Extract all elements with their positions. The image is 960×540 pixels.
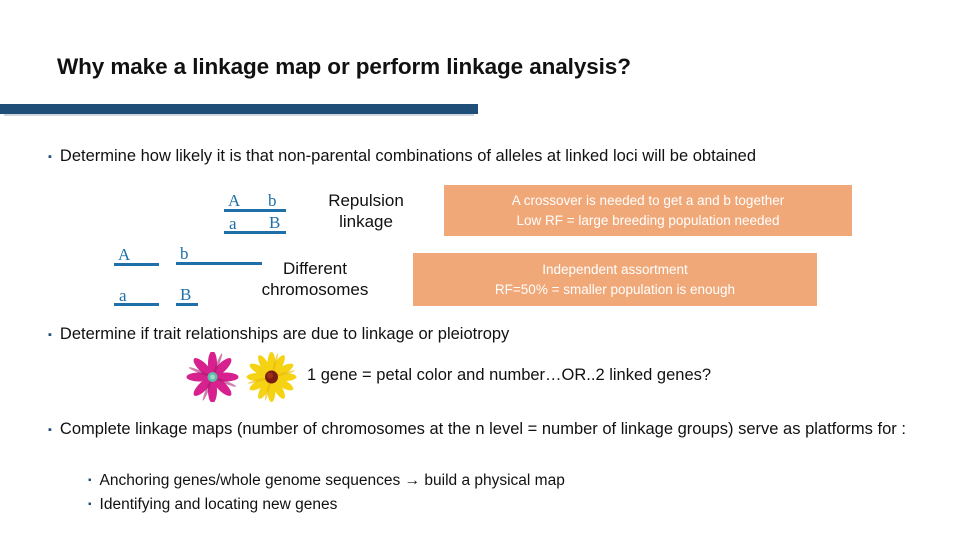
title-accent-bar [0,104,478,114]
callout-independent-assortment: Independent assortment RF=50% = smaller … [413,253,817,306]
different-chromosomes-label-line2: chromosomes [261,280,369,300]
allele-diffchrom-bottom-B: B [180,285,192,304]
bullet-item-complete-linkage-maps: ▪ Complete linkage maps (number of chrom… [48,418,928,441]
callout-line1: A crossover is needed to get a and b tog… [511,192,785,208]
bullet-item-label: Determine if trait relationships are due… [59,325,510,343]
repulsion-linkage-label-line2: linkage [339,212,393,232]
bullet-item-label: Anchoring genes/whole genome sequences →… [99,472,565,489]
chromosome-line-repulsion-top [224,209,286,212]
allele-diffchrom-top-b: b [180,244,189,263]
different-chromosomes-label-line1: Different [283,259,347,278]
square-bullet-icon: ▪ [48,424,52,436]
gene-question-caption: 1 gene = petal color and number…OR..2 li… [307,366,712,384]
allele-diffchrom-top-A: A [118,245,131,264]
chromosome-line-diffchrom-bottom-left [114,303,159,306]
square-bullet-icon: ▪ [48,329,52,341]
bullet-item-label: Determine how likely it is that non-pare… [59,147,757,165]
allele-repulsion-bottom-a: a [229,214,237,233]
bullet-item-trait-relationships: ▪ Determine if trait relationships are d… [48,323,748,346]
callout-line2: RF=50% = smaller population is enough [494,281,736,297]
bullet-item-identifying-genes: ▪ Identifying and locating new genes [88,494,788,516]
title-accent-bar-shadow [4,114,474,116]
yellow-flower-icon [246,352,297,402]
pink-flower-image [184,352,241,402]
callout-crossover-needed: A crossover is needed to get a and b tog… [444,185,852,236]
repulsion-linkage-label: Repulsion linkage [306,190,426,233]
allele-repulsion-bottom-B: B [269,213,281,232]
callout-line2: Low RF = large breeding population neede… [516,212,780,228]
allele-diffchrom-bottom-a: a [119,286,127,305]
repulsion-linkage-label-line1: Repulsion [328,191,404,210]
allele-repulsion-top-A: A [228,191,241,210]
bullet-item-anchoring-genes: ▪ Anchoring genes/whole genome sequences… [88,470,788,492]
page-title: Why make a linkage map or perform linkag… [57,54,631,79]
chromosome-line-diffchrom-top-left [114,263,159,266]
bullet-item-label: Identifying and locating new genes [99,496,338,513]
square-bullet-icon: ▪ [88,475,92,486]
slide-canvas: Why make a linkage map or perform linkag… [0,0,960,540]
square-bullet-icon: ▪ [48,151,52,163]
chromosome-line-repulsion-bottom [224,231,286,234]
yellow-flower-image [243,352,300,402]
callout-line1: Independent assortment [542,261,688,277]
chromosome-line-diffchrom-bottom-right [176,303,198,306]
pink-flower-icon [186,352,239,402]
bullet-item-label: Complete linkage maps (number of chromos… [59,420,906,438]
different-chromosomes-label: Different chromosomes [240,258,390,301]
allele-repulsion-top-b: b [268,191,277,210]
bullet-item-determine-likelihood: ▪ Determine how likely it is that non-pa… [48,145,918,168]
square-bullet-icon: ▪ [88,499,92,510]
